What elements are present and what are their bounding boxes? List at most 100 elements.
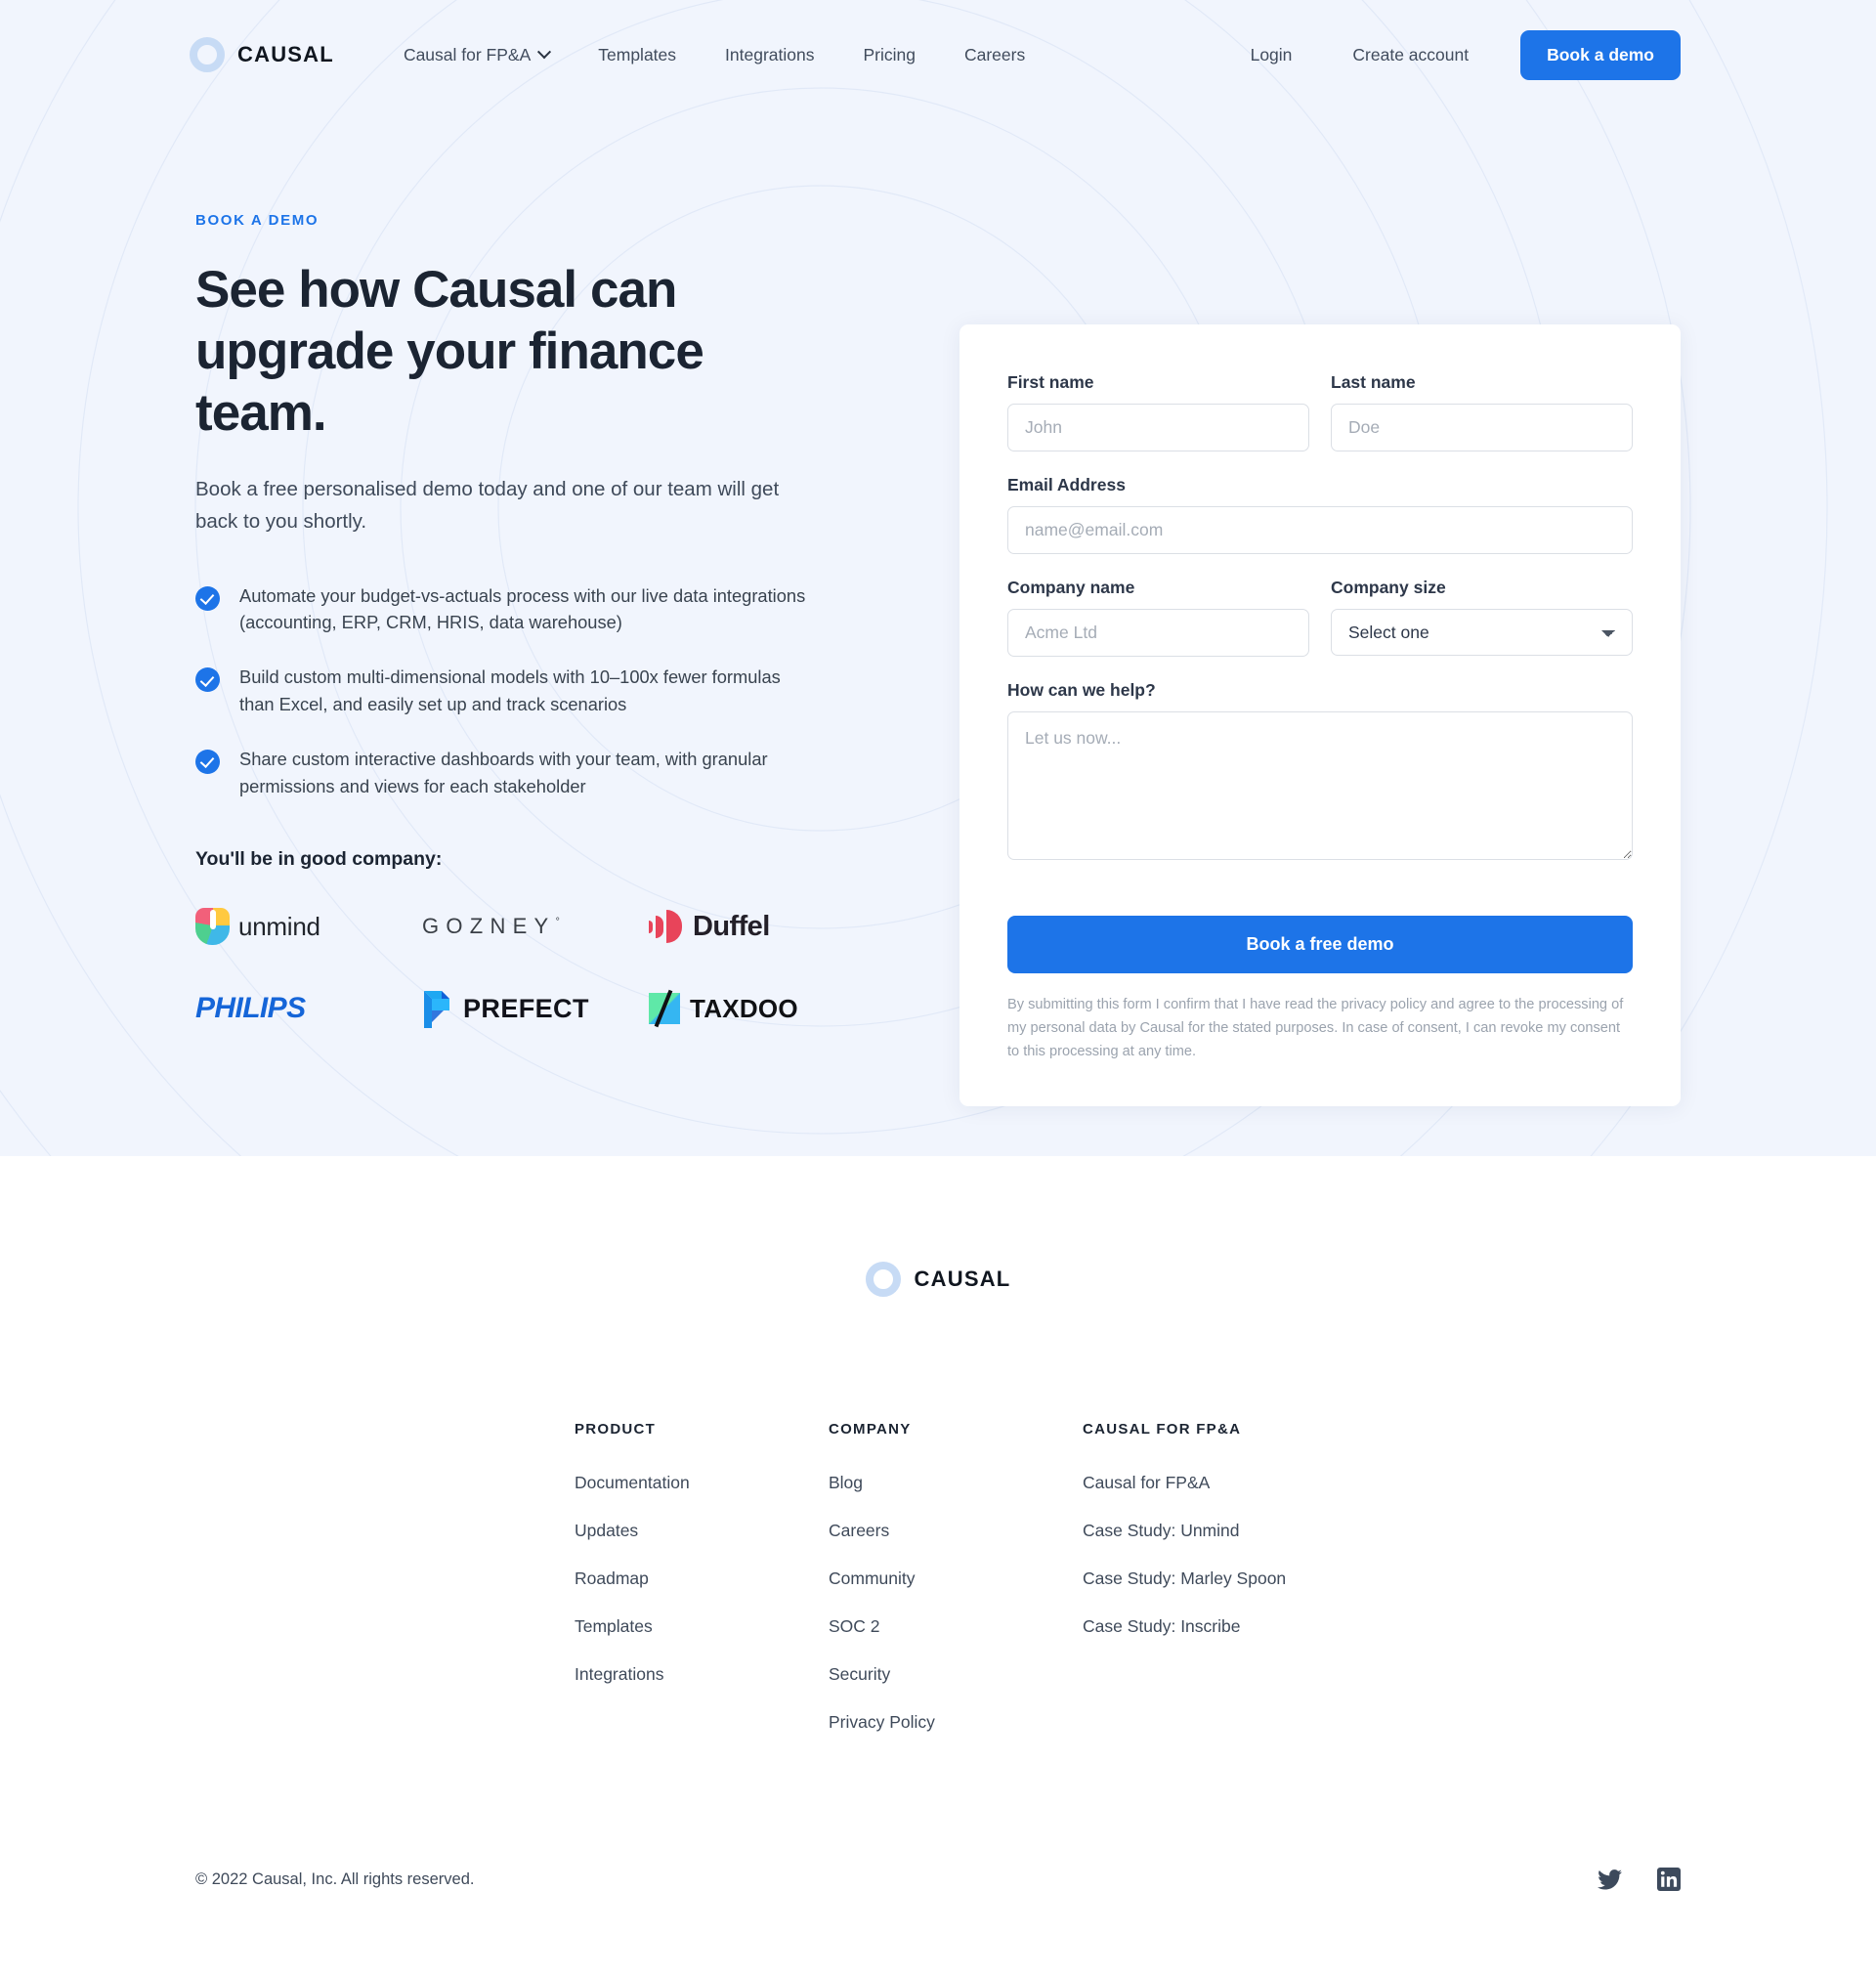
company-size-select[interactable]: Select one (1331, 609, 1633, 656)
footer-column-company: COMPANY Blog Careers Community SOC 2 Sec… (829, 1421, 1083, 1760)
logo-unmind: unmind (195, 900, 422, 953)
footer-link-careers[interactable]: Careers (829, 1521, 1083, 1541)
duffel-logo-icon (649, 910, 682, 944)
social-proof-title: You'll be in good company: (195, 848, 443, 871)
last-name-label: Last name (1331, 372, 1416, 392)
unmind-logo-icon (195, 908, 230, 946)
hero-subtitle: Book a free personalised demo today and … (195, 478, 780, 534)
create-account-link[interactable]: Create account (1322, 37, 1499, 73)
company-size-group: Company size Select one (1331, 578, 1633, 657)
last-name-input[interactable] (1331, 404, 1633, 451)
footer-link-causal-for-fpa[interactable]: Causal for FP&A (1083, 1473, 1415, 1493)
nav-item-label: Templates (598, 44, 677, 64)
hero-copy: BOOK A DEMO See how Causal can upgrade y… (195, 109, 879, 1035)
nav-item-integrations[interactable]: Integrations (701, 37, 838, 73)
nav-item-causal-for-fpa[interactable]: Causal for FP&A (379, 37, 574, 73)
linkedin-link[interactable] (1657, 1868, 1681, 1891)
nav-item-careers[interactable]: Careers (940, 37, 1049, 73)
create-account-label: Create account (1352, 44, 1470, 64)
footer-link-integrations[interactable]: Integrations (575, 1664, 829, 1685)
list-item: Build custom multi-dimensional models wi… (195, 664, 879, 718)
customer-logo-grid: unmind GOZNEY° Duffel PHILIPS PREFECT TA… (195, 900, 879, 1035)
check-circle-icon (195, 585, 220, 611)
list-item: Share custom interactive dashboards with… (195, 746, 879, 800)
footer-link-documentation[interactable]: Documentation (575, 1473, 829, 1493)
footer-column-causal-for-fpa: CAUSAL FOR FP&A Causal for FP&A Case Stu… (1083, 1421, 1415, 1760)
footer-column-product: PRODUCT Documentation Updates Roadmap Te… (575, 1421, 829, 1760)
footer-link-security[interactable]: Security (829, 1664, 1083, 1685)
causal-ring-logo-icon (865, 1262, 901, 1297)
nav-item-label: Causal for FP&A (403, 44, 532, 64)
last-name-group: Last name (1331, 372, 1633, 451)
copyright-text: © 2022 Causal, Inc. All rights reserved. (195, 1869, 475, 1888)
nav-links: Causal for FP&A Templates Integrations P… (379, 37, 1049, 73)
footer-link-case-study-marley-spoon[interactable]: Case Study: Marley Spoon (1083, 1568, 1415, 1589)
gozney-logo-icon: GOZNEY° (422, 914, 560, 939)
nav-item-pricing[interactable]: Pricing (838, 37, 940, 73)
footer-link-templates[interactable]: Templates (575, 1616, 829, 1637)
logo-label: TAXDOO (690, 993, 798, 1023)
bullet-text: Build custom multi-dimensional models wi… (239, 666, 781, 714)
check-circle-icon (195, 749, 220, 774)
company-name-group: Company name (1007, 578, 1309, 657)
footer-column-title: PRODUCT (575, 1421, 657, 1438)
hero-eyebrow: BOOK A DEMO (195, 212, 320, 229)
footer-logo[interactable]: CAUSAL (0, 1262, 1876, 1297)
footer-link-soc2[interactable]: SOC 2 (829, 1616, 1083, 1637)
footer-brand-name: CAUSAL (914, 1267, 1011, 1291)
logo-label: PREFECT (463, 993, 589, 1023)
nav-item-label: Integrations (725, 44, 815, 64)
list-item: Automate your budget-vs-actuals process … (195, 582, 879, 637)
logo-label: PHILIPS (195, 992, 306, 1025)
bullet-text: Automate your budget-vs-actuals process … (239, 584, 806, 633)
footer-link-case-study-inscribe[interactable]: Case Study: Inscribe (1083, 1616, 1415, 1637)
twitter-link[interactable] (1598, 1869, 1622, 1890)
book-a-demo-button[interactable]: Book a demo (1520, 29, 1681, 80)
social-links (1598, 1868, 1681, 1891)
company-size-label: Company size (1331, 578, 1446, 597)
footer-bottom-bar: © 2022 Causal, Inc. All rights reserved. (0, 1868, 1876, 1948)
feature-bullet-list: Automate your budget-vs-actuals process … (195, 582, 879, 800)
footer-link-community[interactable]: Community (829, 1568, 1083, 1589)
message-textarea[interactable] (1007, 711, 1633, 860)
chevron-down-icon (537, 45, 552, 60)
footer-link-updates[interactable]: Updates (575, 1521, 829, 1541)
form-row-names: First name Last name (1007, 372, 1633, 475)
causal-ring-logo-icon (190, 37, 225, 72)
logo-label: GOZNEY (422, 914, 556, 939)
page-title: See how Causal can upgrade your finance … (195, 261, 704, 443)
first-name-group: First name (1007, 372, 1309, 451)
brand-name: CAUSAL (237, 42, 334, 66)
footer-column-title: CAUSAL FOR FP&A (1083, 1421, 1242, 1438)
email-field[interactable] (1007, 506, 1633, 554)
nav-item-label: Pricing (863, 44, 916, 64)
message-group: How can we help? (1007, 680, 1633, 865)
footer-link-privacy-policy[interactable]: Privacy Policy (829, 1712, 1083, 1733)
footer-link-roadmap[interactable]: Roadmap (575, 1568, 829, 1589)
linkedin-icon (1657, 1868, 1681, 1891)
email-group: Email Address (1007, 475, 1633, 554)
bullet-text: Share custom interactive dashboards with… (239, 748, 768, 796)
main-navbar: CAUSAL Causal for FP&A Templates Integra… (0, 0, 1876, 109)
twitter-icon (1598, 1869, 1622, 1889)
login-link[interactable]: Login (1220, 37, 1323, 73)
email-label: Email Address (1007, 475, 1126, 494)
company-name-label: Company name (1007, 578, 1135, 597)
hero-section: CAUSAL Causal for FP&A Templates Integra… (0, 0, 1876, 1156)
site-footer: CAUSAL PRODUCT Documentation Updates Roa… (0, 1156, 1876, 1948)
nav-actions: Login Create account Book a demo (1220, 29, 1681, 80)
submit-button[interactable]: Book a free demo (1007, 916, 1633, 973)
check-circle-icon (195, 667, 220, 693)
first-name-input[interactable] (1007, 404, 1309, 451)
nav-item-templates[interactable]: Templates (574, 37, 701, 73)
company-name-input[interactable] (1007, 609, 1309, 657)
demo-request-form: First name Last name Email Address Compa… (959, 324, 1681, 1107)
footer-link-blog[interactable]: Blog (829, 1473, 1083, 1493)
hero-body: BOOK A DEMO See how Causal can upgrade y… (0, 109, 1876, 1107)
nav-item-label: Careers (963, 44, 1026, 64)
login-label: Login (1250, 44, 1293, 64)
logo-prefect: PREFECT (422, 982, 649, 1035)
brand-logo[interactable]: CAUSAL (190, 37, 334, 72)
logo-label: unmind (238, 911, 320, 941)
footer-link-case-study-unmind[interactable]: Case Study: Unmind (1083, 1521, 1415, 1541)
